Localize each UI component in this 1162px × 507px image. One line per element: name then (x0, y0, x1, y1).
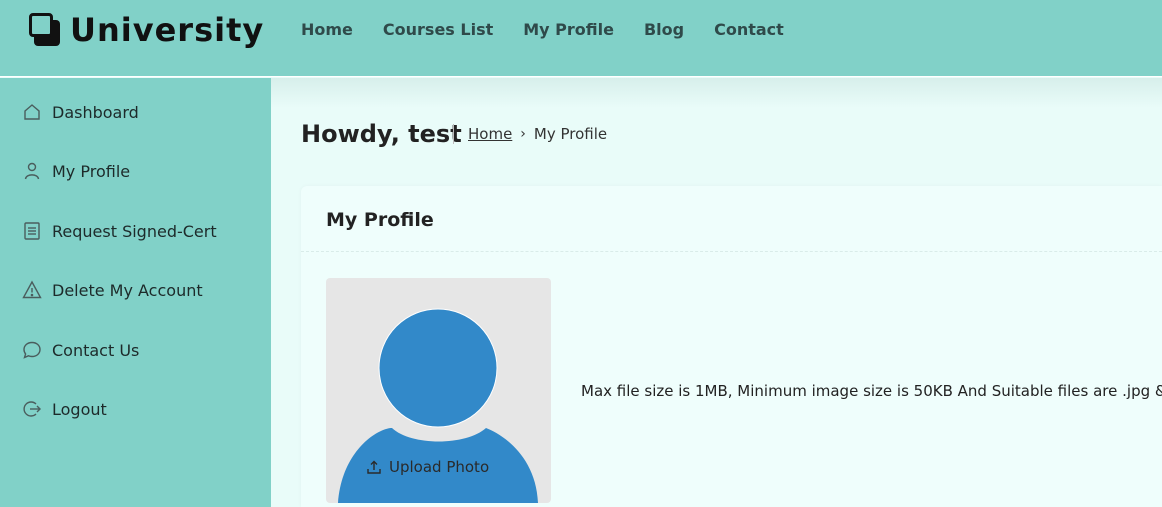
user-icon (24, 162, 40, 180)
document-icon (24, 222, 40, 240)
breadcrumb-current: My Profile (533, 125, 608, 143)
sidebar-item-dashboard[interactable]: Dashboard (22, 100, 139, 124)
sidebar-item-request-signed-cert[interactable]: Request Signed-Cert (22, 219, 217, 243)
warning-icon (22, 280, 42, 299)
upload-icon (367, 460, 381, 474)
sidebar-item-label: Contact Us (52, 340, 140, 360)
nav-courses-list[interactable]: Courses List (383, 20, 493, 39)
chat-bubble-icon (23, 341, 41, 359)
nav-home[interactable]: Home (301, 20, 353, 39)
breadcrumb-home-link[interactable]: Home (468, 125, 512, 143)
top-navbar: University Home Courses List My Profile … (0, 0, 1162, 77)
upload-requirements-text: Max file size is 1MB, Minimum image size… (581, 382, 1162, 400)
card-title: My Profile (326, 209, 434, 231)
content-header-shadow (271, 78, 1162, 108)
site-logo[interactable]: University (28, 11, 265, 49)
logout-icon (23, 401, 41, 417)
chevron-right-icon: › (520, 126, 526, 142)
sidebar-item-label: Logout (52, 399, 107, 419)
upload-photo-button[interactable]: Upload Photo (366, 456, 489, 478)
sidebar-item-delete-account[interactable]: Delete My Account (22, 278, 203, 302)
nav-blog[interactable]: Blog (644, 20, 684, 39)
sidebar: Dashboard My Profile Request Signed-Cert… (0, 78, 271, 507)
breadcrumb-divider (453, 124, 454, 144)
logo-text: University (70, 11, 265, 49)
upload-photo-label: Upload Photo (389, 458, 490, 476)
main-nav: Home Courses List My Profile Blog Contac… (301, 20, 814, 39)
nav-my-profile[interactable]: My Profile (523, 20, 614, 39)
sidebar-item-my-profile[interactable]: My Profile (22, 159, 130, 183)
sidebar-item-logout[interactable]: Logout (22, 397, 107, 421)
home-icon (24, 104, 40, 120)
card-divider (301, 251, 1162, 252)
nav-contact[interactable]: Contact (714, 20, 784, 39)
sidebar-item-contact-us[interactable]: Contact Us (22, 338, 139, 362)
sidebar-item-label: Dashboard (52, 102, 139, 122)
sidebar-item-label: Delete My Account (52, 280, 203, 300)
breadcrumb: Home › My Profile (468, 125, 607, 143)
sidebar-item-label: My Profile (52, 161, 131, 181)
sidebar-item-label: Request Signed-Cert (52, 221, 217, 241)
logo-icon (28, 12, 64, 48)
page-greeting: Howdy, test (301, 120, 462, 148)
